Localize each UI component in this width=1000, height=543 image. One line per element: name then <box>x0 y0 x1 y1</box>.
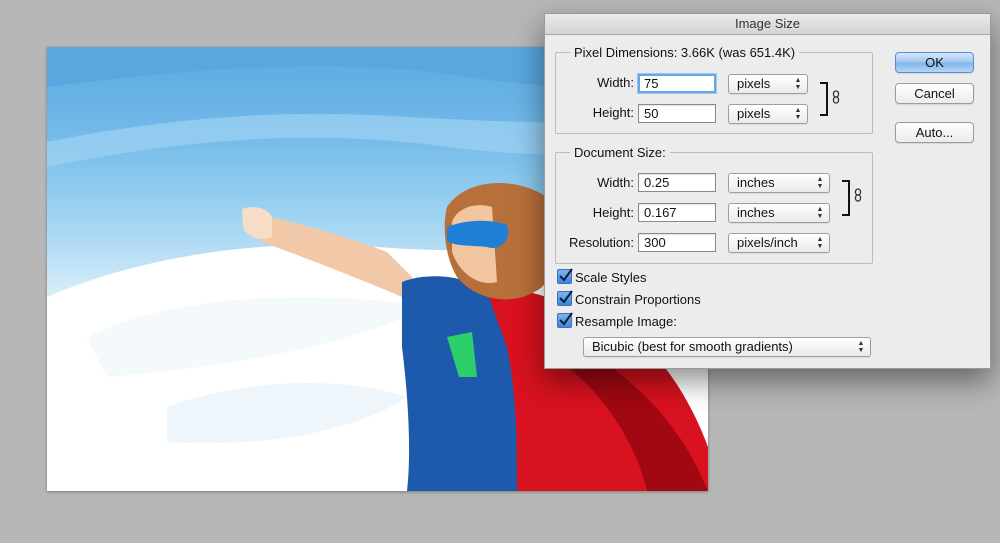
up-down-arrows-icon: ▲ ▼ <box>816 176 824 190</box>
resample-method-value: Bicubic (best for smooth gradients) <box>592 339 793 354</box>
scale-styles-option[interactable]: Scale Styles <box>557 268 647 287</box>
doc-width-unit-select[interactable]: inches ▲ ▼ <box>728 173 830 193</box>
doc-width-input[interactable]: 0.25 <box>638 173 716 192</box>
doc-width-unit-value: inches <box>737 175 775 190</box>
up-down-arrows-icon: ▲ ▼ <box>816 236 824 250</box>
scale-styles-checkbox[interactable] <box>557 268 573 284</box>
pixel-width-unit-select[interactable]: pixels ▲ ▼ <box>728 74 808 94</box>
doc-height-unit-select[interactable]: inches ▲ ▼ <box>728 203 830 223</box>
auto-button[interactable]: Auto... <box>895 122 974 143</box>
checkmark-icon <box>559 290 573 304</box>
resolution-input[interactable]: 300 <box>638 233 716 252</box>
doc-height-unit-value: inches <box>737 205 775 220</box>
resolution-unit-value: pixels/inch <box>737 235 798 250</box>
pixel-dimensions-group: Pixel Dimensions: 3.66K (was 651.4K) Wid… <box>555 45 873 134</box>
up-down-arrows-icon: ▲ ▼ <box>857 340 865 354</box>
checkmark-icon <box>559 312 573 326</box>
doc-height-label: Height: <box>592 205 634 220</box>
up-down-arrows-icon: ▲ ▼ <box>794 107 802 121</box>
resolution-label: Resolution: <box>568 235 634 250</box>
cancel-button[interactable]: Cancel <box>895 83 974 104</box>
doc-width-label: Width: <box>597 175 634 190</box>
scale-styles-label: Scale Styles <box>575 270 647 285</box>
constrain-proportions-label: Constrain Proportions <box>575 292 701 307</box>
constrain-bracket <box>842 180 850 216</box>
ok-button[interactable]: OK <box>895 52 974 73</box>
constrain-proportions-checkbox[interactable] <box>557 290 573 306</box>
pixel-width-label: Width: <box>597 75 634 90</box>
doc-height-input[interactable]: 0.167 <box>638 203 716 222</box>
pixel-dimensions-legend: Pixel Dimensions: 3.66K (was 651.4K) <box>574 45 796 60</box>
resample-image-checkbox[interactable] <box>557 312 573 328</box>
pixel-height-unit-select[interactable]: pixels ▲ ▼ <box>728 104 808 124</box>
pixel-height-input[interactable]: 50 <box>638 104 716 123</box>
image-size-dialog: Image Size Pixel Dimensions: 3.66K (was … <box>544 13 991 369</box>
up-down-arrows-icon: ▲ ▼ <box>816 206 824 220</box>
document-size-legend: Document Size: <box>574 145 666 160</box>
resolution-unit-select[interactable]: pixels/inch ▲ ▼ <box>728 233 830 253</box>
pixel-width-input[interactable]: 75 <box>638 74 716 93</box>
pixel-height-unit-value: pixels <box>737 106 771 121</box>
resample-method-select[interactable]: Bicubic (best for smooth gradients) ▲ ▼ <box>583 337 871 357</box>
up-down-arrows-icon: ▲ ▼ <box>794 77 802 91</box>
dialog-title: Image Size <box>545 14 990 35</box>
pixel-height-label: Height: <box>592 105 634 120</box>
document-size-group: Document Size: Width: 0.25 inches ▲ ▼ Hei… <box>555 145 873 264</box>
constrain-proportions-option[interactable]: Constrain Proportions <box>557 290 701 309</box>
chain-link-icon <box>832 90 840 104</box>
resample-image-option[interactable]: Resample Image: <box>557 312 677 331</box>
checkmark-icon <box>559 268 573 282</box>
resample-image-label: Resample Image: <box>575 314 677 329</box>
pixel-width-unit-value: pixels <box>737 76 771 91</box>
chain-link-icon <box>854 188 862 202</box>
constrain-bracket <box>820 82 828 116</box>
